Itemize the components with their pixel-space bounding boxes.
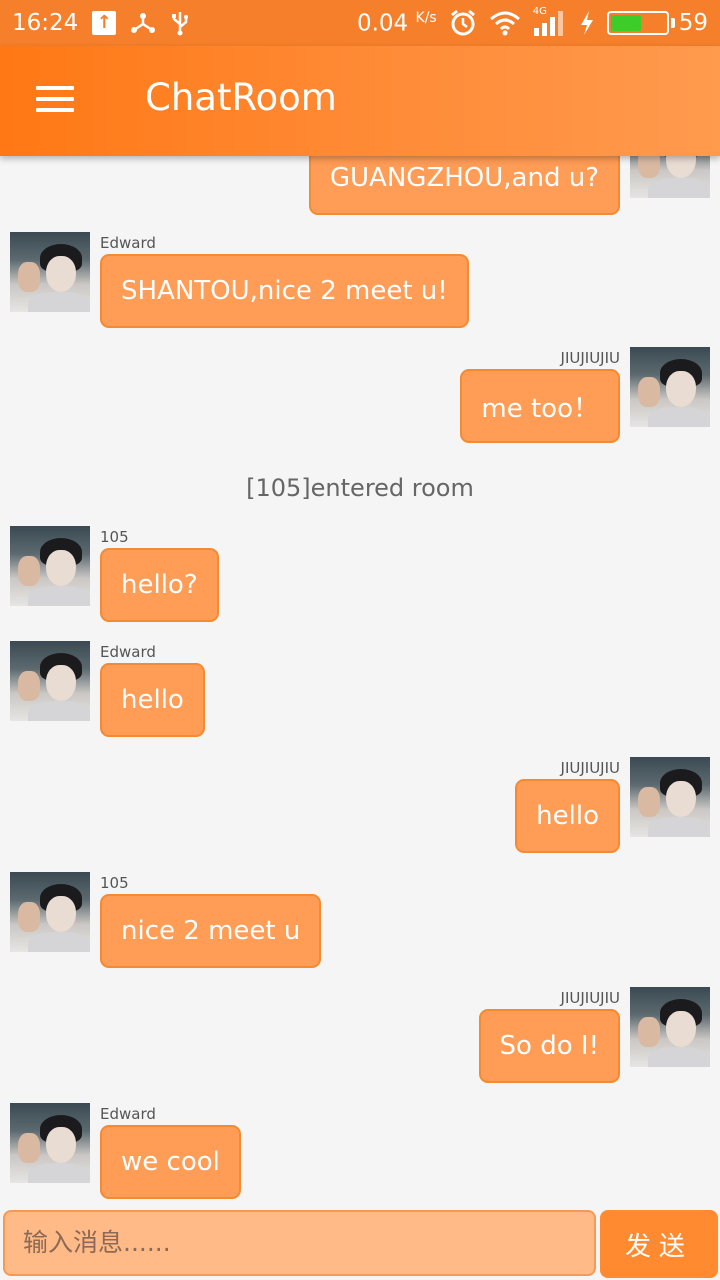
sender-name: Edward [100, 1105, 156, 1123]
message-input-bar: 输入消息...... 发送 [0, 1208, 720, 1280]
message-input[interactable]: 输入消息...... [3, 1210, 596, 1276]
sender-name: JIUJIUJIU [560, 349, 620, 367]
send-button[interactable]: 发送 [600, 1210, 718, 1278]
alarm-icon [449, 9, 477, 37]
message-bubble[interactable]: nice 2 meet u [100, 894, 322, 968]
avatar[interactable] [630, 347, 710, 427]
battery-percent: 59 [678, 10, 708, 36]
avatar[interactable] [10, 641, 90, 721]
sender-name: Edward [100, 643, 156, 661]
upload-icon: ↑ [92, 11, 117, 35]
page-title: ChatRoom [145, 76, 337, 119]
message-bubble[interactable]: we cool [100, 1125, 241, 1199]
avatar[interactable] [630, 757, 710, 837]
sender-name: 105 [100, 528, 129, 546]
message-bubble[interactable]: SHANTOU,nice 2 meet u! [100, 254, 469, 328]
network-type: 4G [532, 6, 547, 17]
avatar[interactable] [10, 1103, 90, 1183]
message-bubble[interactable]: hello [515, 779, 620, 853]
signal-icon: 4G [533, 6, 567, 36]
battery-icon: 59 [606, 10, 708, 36]
status-bar: 16:24 ↑ 0.04 K/s 4G 59 [0, 0, 720, 46]
battery-level-fill [610, 15, 641, 31]
app-bar: ChatRoom [0, 46, 720, 156]
charging-icon [579, 10, 595, 36]
hamburger-menu-icon[interactable] [36, 84, 76, 114]
sender-name: 105 [100, 874, 129, 892]
usb-icon [170, 10, 190, 36]
message-bubble[interactable]: hello [100, 663, 205, 737]
avatar[interactable] [630, 987, 710, 1067]
sender-name: JIUJIUJIU [560, 989, 620, 1007]
wifi-icon [489, 10, 521, 36]
message-bubble[interactable]: GUANGZHOU,and u? [308, 156, 620, 215]
net-speed: 0.04 K/s [356, 9, 437, 37]
message-bubble[interactable]: So do I! [478, 1009, 620, 1083]
avatar[interactable] [10, 232, 90, 312]
avatar[interactable] [10, 872, 90, 952]
share-icon [130, 11, 156, 35]
avatar[interactable] [10, 526, 90, 606]
status-time: 16:24 [12, 10, 79, 36]
message-bubble[interactable]: hello? [100, 548, 219, 622]
chat-message-list[interactable]: GUANGZHOU,and u? Edward SHANTOU,nice 2 m… [0, 156, 720, 1206]
message-bubble[interactable]: me too！ [460, 369, 620, 443]
system-message: [105]entered room [246, 474, 474, 502]
sender-name: Edward [100, 234, 156, 252]
sender-name: JIUJIUJIU [560, 759, 620, 777]
avatar[interactable] [630, 156, 710, 198]
